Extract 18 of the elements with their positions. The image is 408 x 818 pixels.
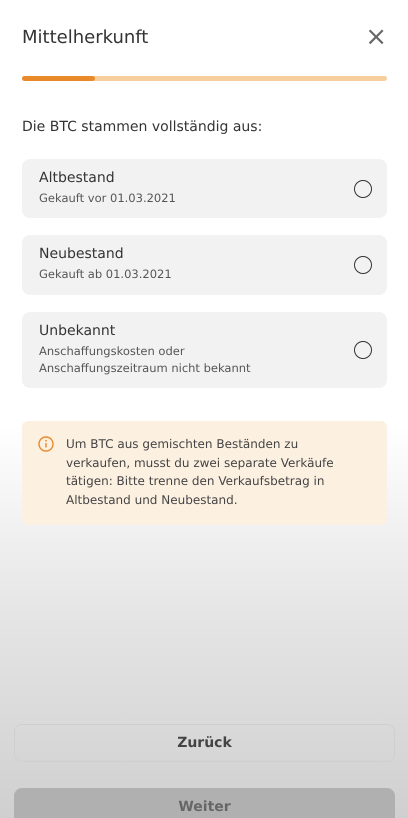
close-button[interactable]: × xyxy=(365,24,387,50)
option-title: Neubestand xyxy=(39,246,125,262)
radio-button[interactable] xyxy=(354,256,372,274)
action-button[interactable]: Zurück xyxy=(14,724,395,762)
option-subtitle: Gekauft ab 01.03.2021 xyxy=(39,266,173,284)
option-card[interactable]: Neubestand Gekauft ab 01.03.2021 xyxy=(22,235,387,294)
info-icon xyxy=(38,436,54,452)
info-text: Um BTC aus gemischten Beständen zu verkaufen, musst du zwei separate Verkäufe tätigen: Bitte trenne den Verkaufsbetrag in Altbestand und Neubestand. xyxy=(66,436,335,509)
question-text: Die BTC stammen vollständig aus: xyxy=(22,119,264,135)
option-title: Unbekannt xyxy=(39,322,116,338)
dialog-title: Mittelherkunft xyxy=(22,26,148,48)
option-card[interactable]: Altbestand Gekauft vor 01.03.2021 xyxy=(22,159,387,218)
option-subtitle: Anschaffungskosten oder Anschaffungszeitraum nicht bekannt xyxy=(39,342,252,377)
option-subtitle: Gekauft vor 01.03.2021 xyxy=(39,190,177,207)
option-card[interactable]: Unbekannt Anschaffungskosten oder Anschaffungszeitraum nicht bekannt xyxy=(22,312,387,388)
radio-button[interactable] xyxy=(354,180,372,198)
option-title: Altbestand xyxy=(39,170,116,186)
radio-button[interactable] xyxy=(354,340,372,359)
